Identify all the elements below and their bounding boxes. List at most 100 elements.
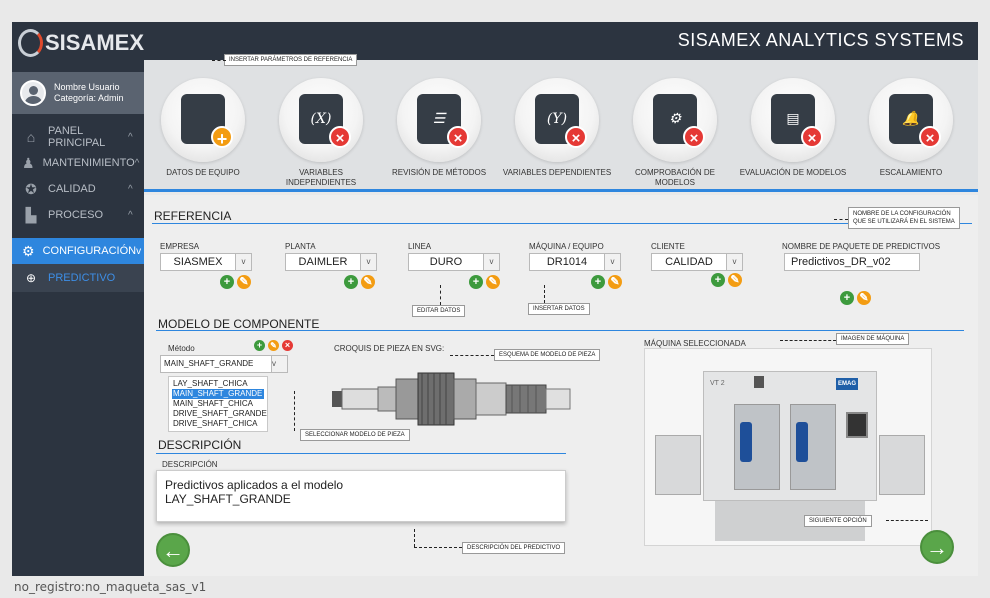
machine-body: VT 2 EMAG	[703, 371, 877, 501]
list-item[interactable]: DRIVE_SHAFT_CHICA	[172, 419, 264, 429]
chevron-down-icon: v	[483, 254, 499, 270]
shaft-sketch	[332, 372, 571, 426]
edit-button[interactable]: ✎	[857, 291, 871, 305]
annotation-arrow	[450, 355, 494, 356]
sidebar-item-label: PANEL PRINCIPAL	[48, 125, 106, 149]
description-textarea[interactable]: Predictivos aplicados a el modelo LAY_SH…	[156, 470, 566, 522]
sidebar-item-predictivo[interactable]: ⊕ PREDICTIVO	[12, 264, 144, 292]
annotation-next-option: SIGUIENTE OPCIÓN	[804, 515, 872, 527]
arrow-left-icon: ←	[162, 538, 184, 563]
next-button[interactable]: →	[920, 530, 954, 564]
sidebar-item-label: CALIDAD	[48, 183, 96, 195]
annotation-edit-data: EDITAR DATOS	[412, 305, 466, 317]
app-root: SISAMEX Nombre Usuario Categoría: Admin …	[0, 0, 990, 598]
step-label: VARIABLES INDEPENDIENTES	[285, 168, 357, 187]
add-button[interactable]: +	[254, 340, 265, 351]
description-label: DESCRIPCIÓN	[162, 460, 218, 469]
home-icon: ⌂	[26, 129, 36, 145]
section-heading-descripcion: DESCRIPCIÓN	[158, 438, 242, 452]
step-datos-equipo[interactable]: + DATOS DE EQUIPO	[148, 78, 258, 178]
planta-actions: + ✎	[344, 275, 375, 289]
field-label-planta: PLANTA	[285, 242, 316, 251]
machine-image: VT 2 EMAG	[644, 348, 932, 546]
sketch-label: CROQUIS DE PIEZA EN SVG:	[334, 344, 445, 353]
step-label: REVISIÓN DE MÉTODOS	[391, 168, 487, 177]
edit-button[interactable]: ✎	[237, 275, 251, 289]
method-options-list[interactable]: LAY_SHAFT_CHICA MAIN_SHAFT_GRANDE MAIN_S…	[168, 376, 268, 432]
machine-brand-logo: EMAG	[836, 378, 858, 390]
list-item[interactable]: LAY_SHAFT_CHICA	[172, 379, 264, 389]
step-evaluacion-modelos[interactable]: ▤ × EVALUACIÓN DE MODELOS	[738, 78, 848, 178]
chevron-down-icon: v	[360, 254, 376, 270]
add-button[interactable]: +	[344, 275, 358, 289]
step-label: COMPROBACIÓN DE MODELOS	[634, 168, 715, 187]
empresa-select[interactable]: SIASMEX v	[160, 253, 252, 271]
sidebar: SISAMEX Nombre Usuario Categoría: Admin …	[12, 22, 144, 576]
sidebar-item-label: PROCESO	[48, 209, 104, 221]
step-variables-independientes[interactable]: (X) × VARIABLES INDEPENDIENTES	[266, 78, 376, 188]
list-item[interactable]: MAIN_SHAFT_CHICA	[172, 399, 264, 409]
edit-button[interactable]: ✎	[608, 275, 622, 289]
divider	[156, 330, 964, 331]
logo: SISAMEX	[12, 22, 144, 64]
empresa-actions: + ✎	[220, 275, 251, 289]
step-comprobacion-modelos[interactable]: ⚙ × COMPROBACIÓN DE MODELOS	[620, 78, 730, 188]
step-label: EVALUACIÓN DE MODELOS	[739, 168, 847, 177]
step-variables-dependientes[interactable]: (Y) × VARIABLES DEPENDIENTES	[502, 78, 612, 178]
award-icon: ✪	[25, 181, 37, 197]
error-badge-icon: ×	[801, 126, 823, 148]
factory-icon: ▙	[25, 207, 37, 223]
back-button[interactable]: ←	[156, 533, 190, 567]
error-badge-icon: ×	[683, 126, 705, 148]
sidebar-item-label: CONFIGURACIÓN	[42, 245, 137, 257]
method-select[interactable]: MAIN_SHAFT_GRANDE v	[160, 355, 288, 373]
step-label: DATOS DE EQUIPO	[166, 168, 240, 177]
package-actions: + ✎	[840, 291, 871, 305]
description-line: Predictivos aplicados a el modelo	[165, 478, 344, 492]
add-button[interactable]: +	[591, 275, 605, 289]
step-escalamiento[interactable]: 🔔 × ESCALAMIENTO	[856, 78, 966, 178]
annotation-machine-image: IMAGEN DE MÁQUINA	[836, 333, 910, 345]
machine-model-label: VT 2	[710, 380, 725, 387]
delete-button[interactable]: ×	[282, 340, 293, 351]
sidebar-item-configuracion[interactable]: ⚙ CONFIGURACIÓN v	[12, 238, 144, 264]
maquina-select[interactable]: DR1014 v	[529, 253, 621, 271]
add-button[interactable]: +	[840, 291, 854, 305]
annotation-arrow	[294, 391, 295, 431]
add-button[interactable]: +	[220, 275, 234, 289]
annotation-arrow	[414, 547, 462, 548]
field-label-linea: LINEA	[408, 242, 432, 251]
user-panel[interactable]: Nombre Usuario Categoría: Admin	[12, 72, 144, 114]
list-item-selected[interactable]: MAIN_SHAFT_GRANDE	[172, 389, 264, 399]
edit-button[interactable]: ✎	[268, 340, 279, 351]
annotation-arrow	[886, 520, 928, 521]
linea-select[interactable]: DURO v	[408, 253, 500, 271]
add-badge-icon: +	[211, 126, 233, 149]
section-heading-referencia: REFERENCIA	[154, 209, 232, 223]
package-name-input[interactable]: Predictivos_DR_v02	[784, 253, 920, 271]
chevron-down-icon: v	[271, 356, 287, 372]
annotation-arrow	[544, 285, 545, 303]
step-revision-metodos[interactable]: ☰ × REVISIÓN DE MÉTODOS	[384, 78, 494, 178]
sidebar-item-panel-principal[interactable]: ⌂ PANEL PRINCIPAL ^	[12, 124, 144, 150]
cliente-select[interactable]: CALIDAD v	[651, 253, 743, 271]
field-label-maquina: MÁQUINA / EQUIPO	[529, 242, 604, 251]
edit-button[interactable]: ✎	[486, 275, 500, 289]
main-content: REFERENCIA NOMBRE DE LA CONFIGURACIÓN QUE…	[144, 195, 978, 576]
sidebar-item-mantenimiento[interactable]: ♟ MANTENIMIENTO ^	[12, 150, 144, 176]
sidebar-item-calidad[interactable]: ✪ CALIDAD ^	[12, 176, 144, 202]
chevron-up-icon: ^	[128, 209, 133, 221]
annotation-arrow	[834, 219, 848, 220]
cliente-actions: + ✎	[711, 273, 742, 287]
sidebar-item-proceso[interactable]: ▙ PROCESO ^	[12, 202, 144, 228]
linea-actions: + ✎	[469, 275, 500, 289]
list-item[interactable]: DRIVE_SHAFT_GRANDE	[172, 409, 267, 419]
edit-button[interactable]: ✎	[728, 273, 742, 287]
annotation-arrow	[212, 60, 226, 61]
chevron-up-icon: ^	[128, 131, 133, 143]
add-button[interactable]: +	[469, 275, 483, 289]
maquina-actions: + ✎	[591, 275, 622, 289]
edit-button[interactable]: ✎	[361, 275, 375, 289]
planta-select[interactable]: DAIMLER v	[285, 253, 377, 271]
add-button[interactable]: +	[711, 273, 725, 287]
